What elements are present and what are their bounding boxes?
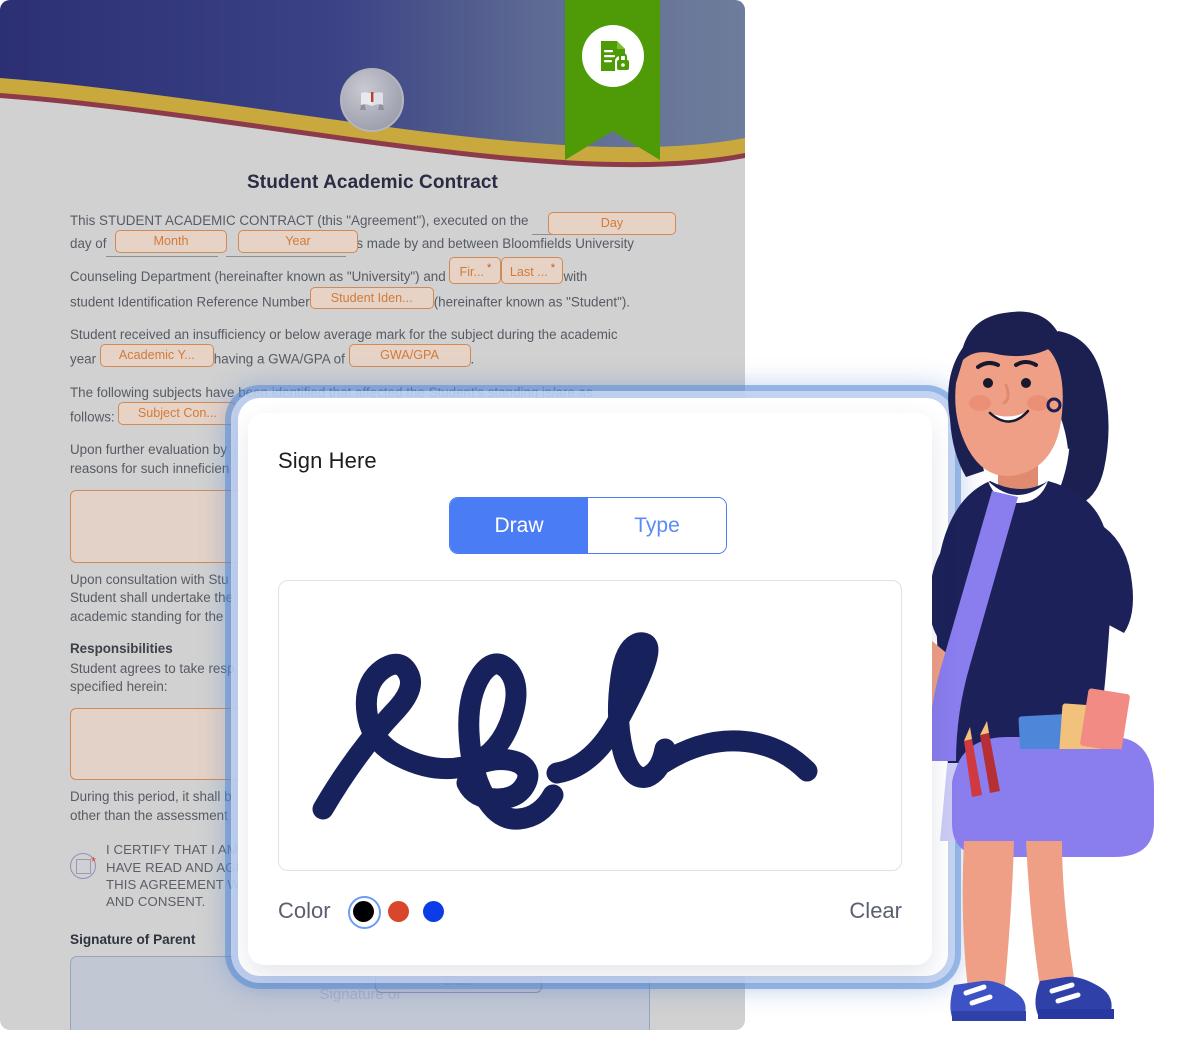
resp-text-2: specified herein:: [70, 679, 168, 695]
p1-text-2: day of: [70, 235, 107, 251]
p1-text-4: Counseling Department (hereinafter known…: [70, 268, 446, 284]
paragraph-parties: This STUDENT ACADEMIC CONTRACT (this "Ag…: [70, 212, 676, 312]
screen-root: Student Academic Contract This STUDENT A…: [0, 0, 1184, 1062]
field-student-id[interactable]: Student Iden...: [309, 286, 434, 310]
certify-line-2: HAVE READ AND AGR: [106, 859, 246, 875]
modal-title: Sign Here: [278, 448, 377, 473]
resp-text-1: Student agrees to take resp: [70, 660, 235, 676]
field-last-name[interactable]: Last ... *: [501, 257, 564, 284]
clear-button[interactable]: Clear: [849, 898, 902, 924]
certify-text: I CERTIFY THAT I AM HAVE READ AND AGR TH…: [106, 841, 245, 911]
field-month[interactable]: Month: [115, 230, 227, 253]
field-first-name[interactable]: Fir... *: [449, 257, 502, 284]
p1-text-5: with: [563, 268, 588, 284]
paragraph-grades: Student received an insufficiency or bel…: [70, 326, 670, 370]
p3-text-2: follows:: [70, 409, 115, 425]
p2-text-1: Student received an insufficiency or bel…: [70, 326, 618, 342]
p1-text-7: (hereinafter known as "Student").: [433, 294, 631, 310]
certify-line-3: THIS AGREEMENT WI: [106, 877, 244, 893]
color-label: Color: [278, 898, 331, 923]
tab-type[interactable]: Type: [588, 498, 726, 553]
color-swatches: [347, 895, 444, 929]
p1-text-3: , is made by and between Bloomfields Uni…: [345, 235, 634, 251]
field-day[interactable]: Day: [548, 212, 676, 235]
field-year[interactable]: Year: [238, 230, 358, 253]
document-lock-icon: [581, 25, 644, 87]
certify-line-4: AND CONSENT.: [106, 894, 206, 910]
checkbox-inner: [75, 858, 91, 874]
field-gwa-gpa[interactable]: GWA/GPA: [348, 344, 471, 367]
color-swatch-red[interactable]: [387, 900, 409, 922]
signature-canvas[interactable]: [278, 580, 902, 871]
p6-text-2: other than the assessment: [70, 807, 228, 823]
p1-text-6: student Identification Reference Number: [70, 294, 310, 310]
certify-line-1: I CERTIFY THAT I AM: [106, 842, 238, 858]
p2-text-4: .: [470, 351, 475, 367]
p6-text-1: During this period, it shall b: [70, 789, 232, 805]
signature-mode-tabs: Draw Type: [449, 497, 727, 554]
p2-text-2: year: [70, 351, 97, 367]
signature-controls: Color Clear: [278, 891, 902, 931]
page-title: Student Academic Contract: [247, 172, 498, 193]
color-swatch-blue[interactable]: [422, 900, 444, 922]
color-swatch-black[interactable]: [347, 895, 381, 929]
p2-text-3: having a GWA/GPA of: [213, 351, 345, 367]
certify-checkbox[interactable]: *: [70, 853, 96, 880]
p1-text-1: This STUDENT ACADEMIC CONTRACT (this "Ag…: [70, 213, 533, 228]
p4-text-1: Upon further evaluation by: [70, 442, 228, 458]
field-academic-year[interactable]: Academic Y...: [99, 344, 214, 367]
sign-here-modal: Sign Here Draw Type Color Clear: [248, 413, 932, 965]
p4-text-2: reasons for such inneficien: [70, 460, 230, 476]
p5-text-2: Student shall undertake the: [70, 590, 234, 606]
university-seal-icon: [340, 68, 404, 132]
p5-text-1: Upon consultation with Stu: [70, 571, 229, 587]
field-subject-concerns[interactable]: Subject Con...: [118, 402, 237, 425]
tab-draw[interactable]: Draw: [450, 498, 588, 553]
required-asterisk: *: [90, 854, 96, 870]
p5-text-3: academic standing for the: [70, 608, 224, 624]
